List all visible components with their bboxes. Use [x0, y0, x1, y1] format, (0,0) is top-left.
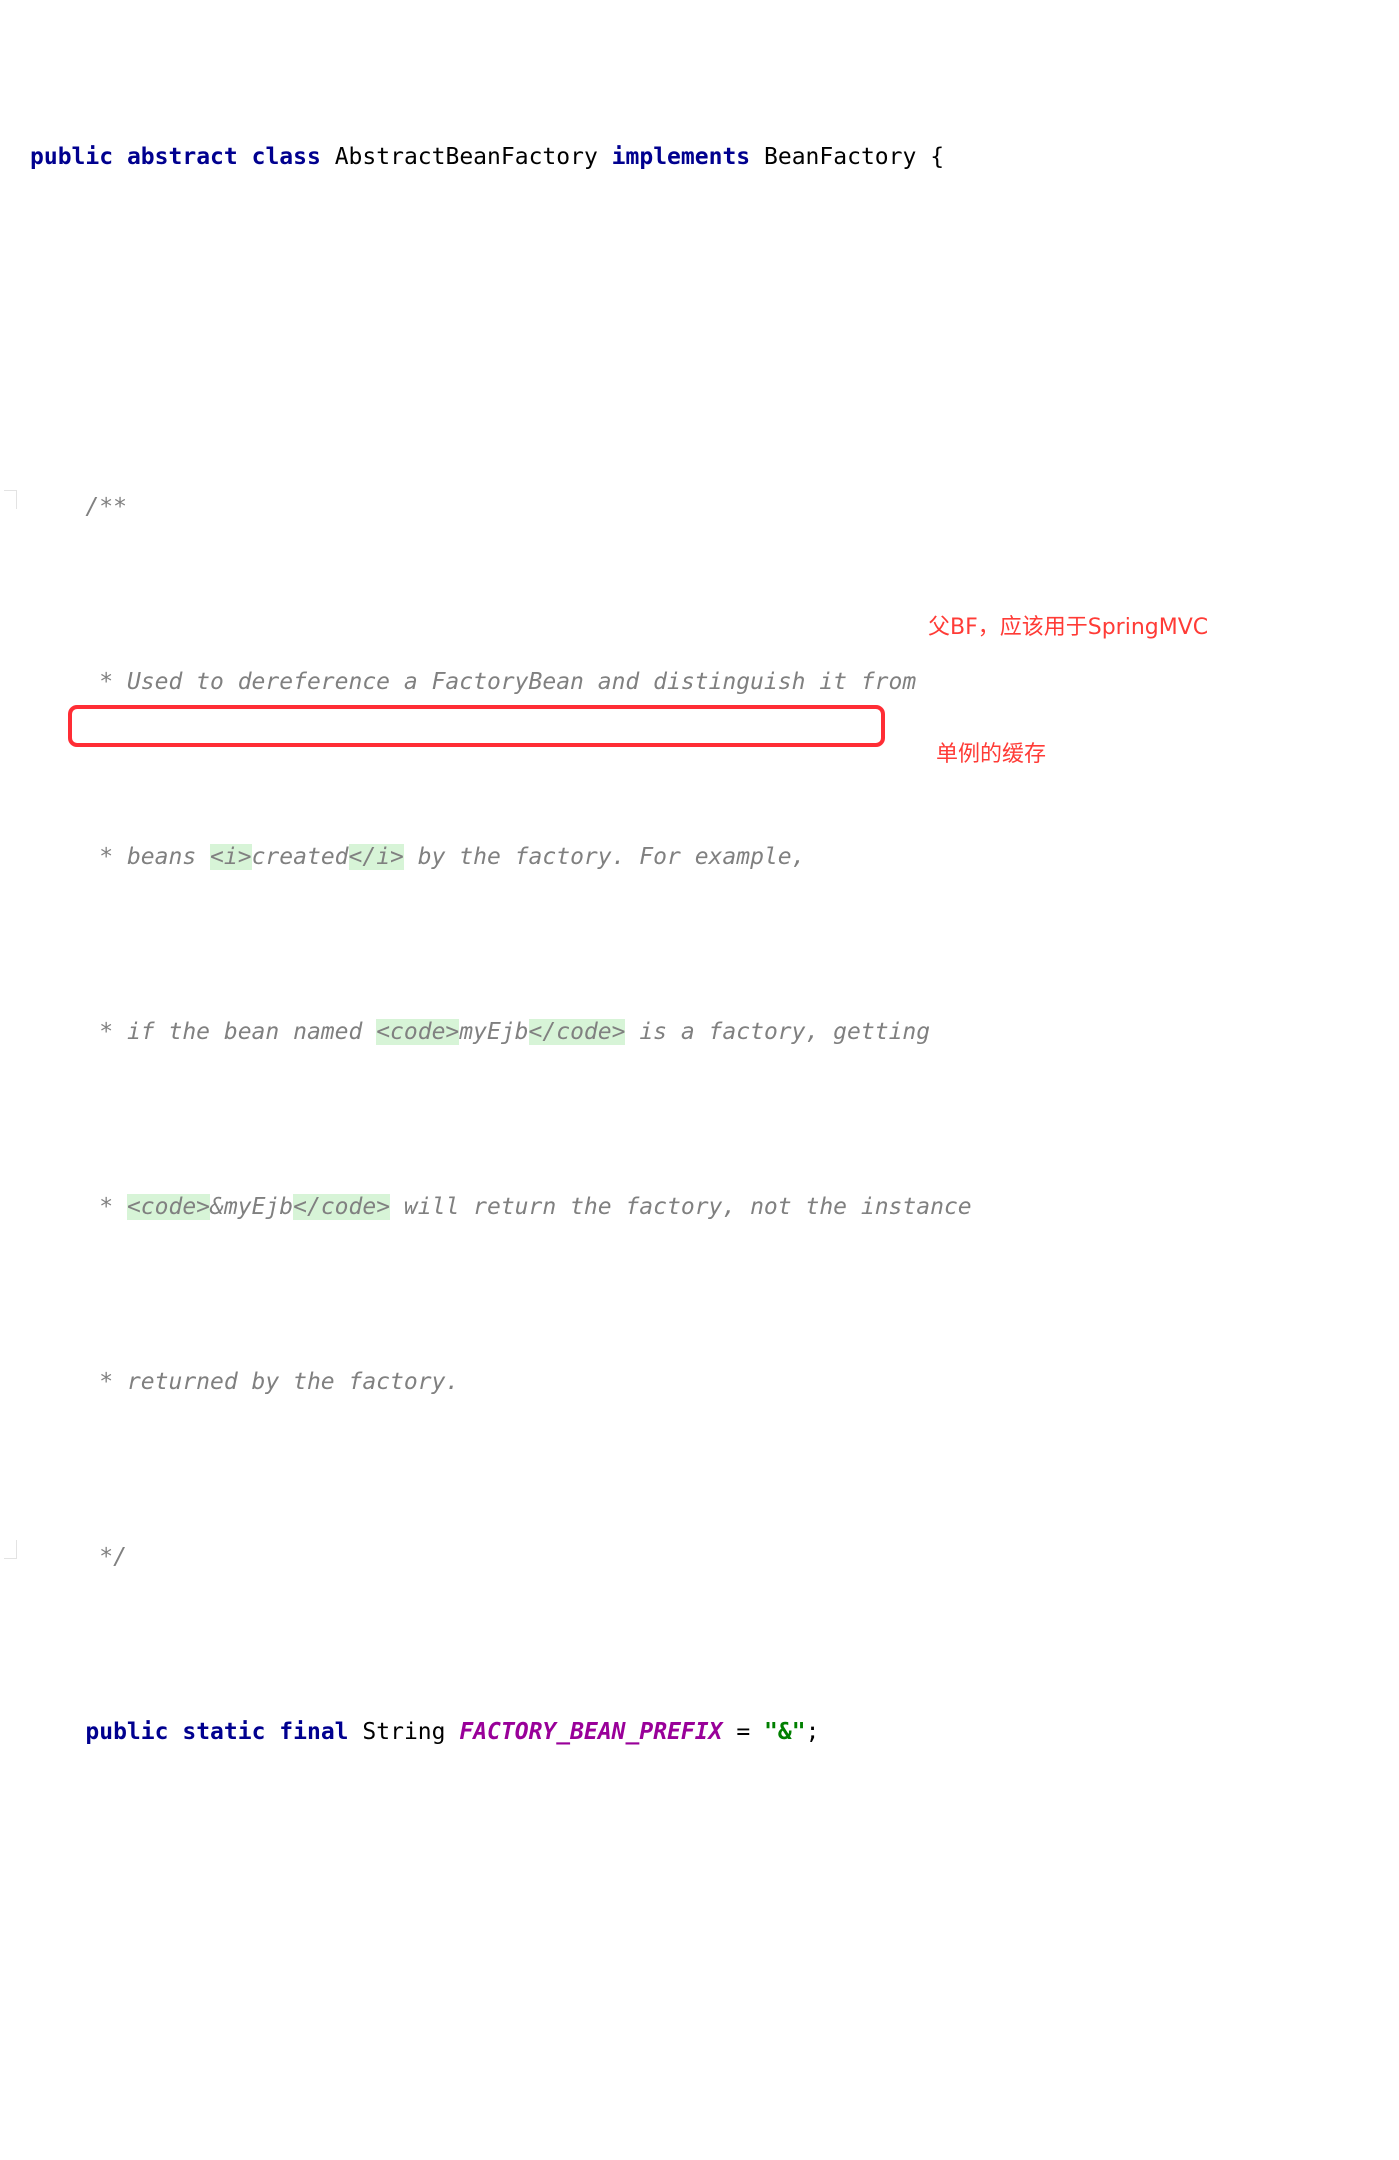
keyword-abstract: abstract — [126, 144, 238, 170]
javadoc-open: /** — [85, 494, 127, 520]
javadoc-tag-code-open-2: <code> — [126, 1194, 211, 1220]
fold-marker-open-icon[interactable] — [4, 490, 17, 509]
code-line-class-declaration: public abstract class AbstractBeanFactor… — [0, 140, 1399, 175]
code-line-javadoc-close: */ — [0, 1540, 1399, 1575]
javadoc-text-3-pre: if the bean named — [126, 1019, 377, 1045]
constant-factory-bean-prefix: FACTORY_BEAN_PREFIX — [459, 1719, 723, 1745]
javadoc-tag-i-open: <i> — [210, 844, 252, 870]
annotation-parent-bf: 父BF，应该用于SpringMVC — [928, 615, 1209, 640]
keyword-static: static — [182, 1719, 266, 1745]
javadoc-text-1: Used to dereference a FactoryBean and di… — [126, 669, 917, 695]
javadoc-star: * — [85, 1019, 127, 1045]
fold-marker-close-icon[interactable] — [4, 1540, 17, 1559]
type-string: String — [362, 1719, 446, 1745]
javadoc-text-2-post: by the factory. For example, — [403, 844, 806, 870]
string-literal-ampersand: "&" — [764, 1719, 806, 1745]
code-line-factory-bean-prefix: public static final String FACTORY_BEAN_… — [0, 1715, 1399, 1750]
code-line-javadoc-1: * Used to dereference a FactoryBean and … — [0, 665, 1399, 700]
javadoc-text-3-mid: myEjb — [459, 1019, 529, 1045]
keyword-implements: implements — [611, 144, 751, 170]
javadoc-star: * — [85, 1194, 127, 1220]
javadoc-star: * — [85, 1369, 127, 1395]
javadoc-tag-code-close-2: </code> — [293, 1194, 391, 1220]
interface-name-beanfactory: BeanFactory — [764, 144, 917, 170]
brace-open: { — [930, 144, 945, 170]
javadoc-tag-code-open: <code> — [376, 1019, 460, 1045]
javadoc-tag-code-close: </code> — [528, 1019, 626, 1045]
javadoc-close: */ — [85, 1544, 127, 1570]
code-line-javadoc-4: * <code>&myEjb</code> will return the fa… — [0, 1190, 1399, 1225]
javadoc-tag-i-close: </i> — [348, 844, 404, 870]
assign-operator: = — [722, 1719, 765, 1745]
code-editor-content[interactable]: public abstract class AbstractBeanFactor… — [0, 0, 1399, 1745]
annotation-singleton-cache: 单例的缓存 — [936, 742, 1047, 767]
code-line-javadoc-2: * beans <i>created</i> by the factory. F… — [0, 840, 1399, 875]
keyword-final: final — [279, 1719, 349, 1745]
keyword-class: class — [251, 144, 321, 170]
javadoc-text-2-mid: created — [251, 844, 349, 870]
javadoc-star: * — [85, 669, 127, 695]
code-line-javadoc-3: * if the bean named <code>myEjb</code> i… — [0, 1015, 1399, 1050]
javadoc-text-5: returned by the factory. — [126, 1369, 460, 1395]
code-line-javadoc-open: /** — [0, 490, 1399, 525]
keyword-public: public — [30, 144, 114, 170]
javadoc-text-2-pre: beans — [126, 844, 211, 870]
javadoc-star: * — [85, 844, 127, 870]
code-line-javadoc-5: * returned by the factory. — [0, 1365, 1399, 1400]
semicolon: ; — [805, 1719, 820, 1745]
class-name-abstractbeanfactory: AbstractBeanFactory — [334, 144, 598, 170]
keyword-public: public — [85, 1719, 169, 1745]
javadoc-text-4-post: will return the factory, not the instanc… — [390, 1194, 972, 1220]
javadoc-text-4-mid: &myEjb — [210, 1194, 294, 1220]
javadoc-text-3-post: is a factory, getting — [625, 1019, 931, 1045]
